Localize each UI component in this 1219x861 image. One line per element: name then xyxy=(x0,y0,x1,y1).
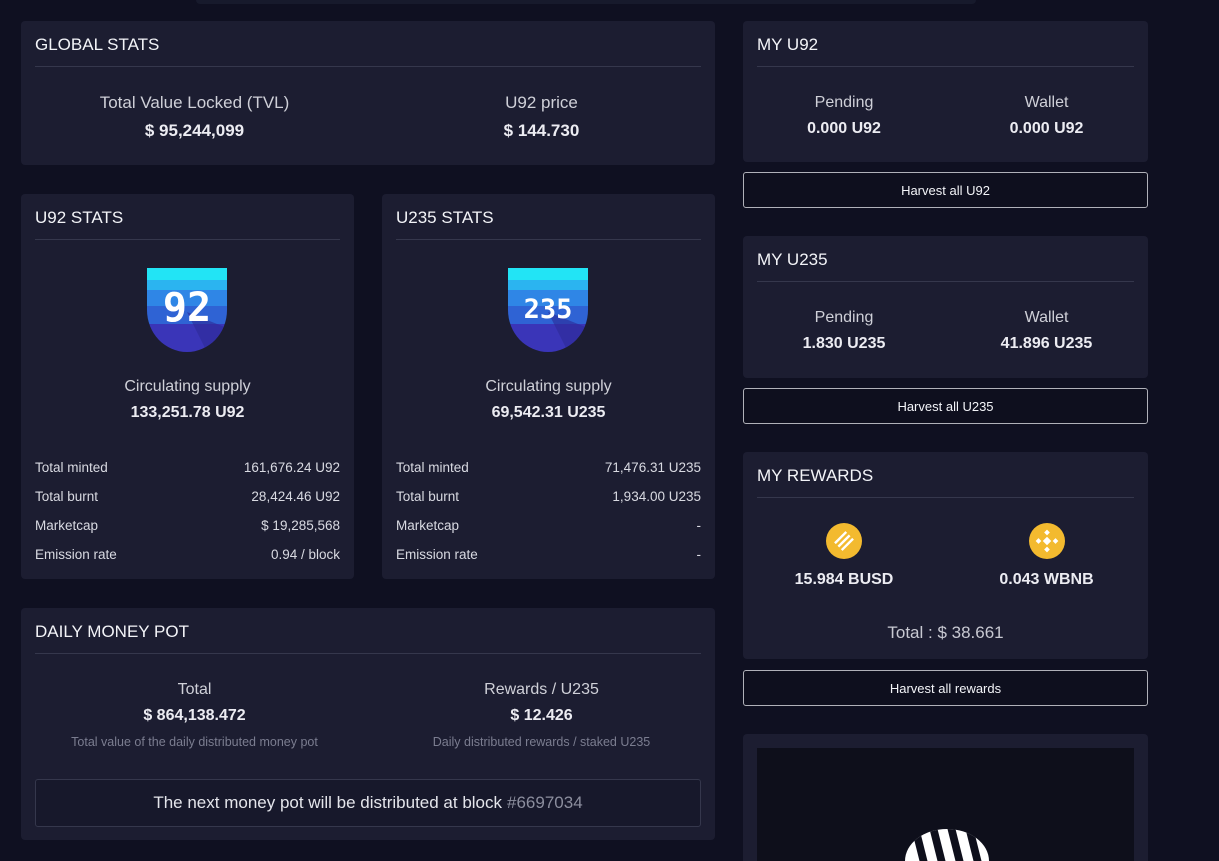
pot-rewards-label: Rewards / U235 xyxy=(484,681,599,698)
u235-stats-card: U235 STATS 235 Circulating supply 69,542… xyxy=(382,194,715,579)
pot-rewards-note: Daily distributed rewards / staked U235 xyxy=(432,735,651,749)
stat-row: Total minted 71,476.31 U235 xyxy=(396,460,701,489)
row-key: Emission rate xyxy=(35,547,117,562)
wallet-value: 41.896 U235 xyxy=(1000,335,1093,352)
banner-image[interactable] xyxy=(757,748,1134,861)
row-key: Marketcap xyxy=(35,518,99,533)
row-value: - xyxy=(696,518,702,533)
row-value: - xyxy=(696,547,702,562)
pending-label: Pending xyxy=(814,94,874,111)
notice-block-number[interactable]: #6697034 xyxy=(507,793,583,813)
stat-row: Total burnt 1,934.00 U235 xyxy=(396,489,701,518)
u235-pending: Pending 1.830 U235 xyxy=(743,309,945,353)
notice-text: The next money pot will be distributed a… xyxy=(153,793,503,812)
wbnb-value: 0.043 WBNB xyxy=(999,571,1094,588)
harvest-rewards-button[interactable]: Harvest all rewards xyxy=(743,670,1148,706)
busd-value: 15.984 BUSD xyxy=(794,571,894,588)
supply-label: Circulating supply xyxy=(485,378,612,395)
money-pot-card: DAILY MONEY POT Total $ 864,138.472 Tota… xyxy=(21,608,715,840)
tvl-stat: Total Value Locked (TVL) $ 95,244,099 xyxy=(21,93,368,141)
u235-logo-icon: 235 xyxy=(508,268,588,352)
row-value: 1,934.00 U235 xyxy=(612,489,701,504)
wallet-label: Wallet xyxy=(1024,94,1069,111)
wallet-label: Wallet xyxy=(1024,309,1069,326)
stat-row: Emission rate 0.94 / block xyxy=(35,547,340,576)
row-value: 161,676.24 U92 xyxy=(243,460,340,475)
pot-rewards: Rewards / U235 $ 12.426 Daily distribute… xyxy=(368,681,715,749)
stat-row: Marketcap $ 19,285,568 xyxy=(35,518,340,547)
tvl-value: $ 95,244,099 xyxy=(144,121,245,140)
card-title: U92 STATS xyxy=(35,208,340,240)
card-title: GLOBAL STATS xyxy=(35,35,701,67)
row-key: Total burnt xyxy=(396,489,460,504)
busd-coin-icon xyxy=(826,523,862,559)
row-value: 71,476.31 U235 xyxy=(604,460,701,475)
striped-logo-icon xyxy=(905,829,989,861)
top-divider xyxy=(196,0,976,4)
pot-total-label: Total xyxy=(177,681,212,698)
u92-wallet: Wallet 0.000 U92 xyxy=(945,94,1148,138)
card-title: MY U92 xyxy=(757,35,1134,67)
row-key: Total minted xyxy=(35,460,108,475)
supply-value: 133,251.78 U92 xyxy=(130,404,245,421)
tvl-label: Total Value Locked (TVL) xyxy=(99,93,290,112)
pot-total-value: $ 864,138.472 xyxy=(143,707,246,724)
row-value: 28,424.46 U92 xyxy=(251,489,340,504)
card-title: U235 STATS xyxy=(396,208,701,240)
stat-row: Total minted 161,676.24 U92 xyxy=(35,460,340,489)
supply-value: 69,542.31 U235 xyxy=(491,404,606,421)
pot-total: Total $ 864,138.472 Total value of the d… xyxy=(21,681,368,749)
u92-stats-card: U92 STATS 92 Circulating supply 133,251.… xyxy=(21,194,354,579)
wbnb-reward: 0.043 WBNB xyxy=(945,523,1148,589)
row-value: 0.94 / block xyxy=(270,547,340,562)
row-key: Marketcap xyxy=(396,518,460,533)
u92-supply: Circulating supply 133,251.78 U92 xyxy=(21,378,354,422)
bnb-coin-icon xyxy=(1028,523,1065,559)
card-title: MY REWARDS xyxy=(757,466,1134,498)
stat-row: Marketcap - xyxy=(396,518,701,547)
price-label: U92 price xyxy=(505,93,578,112)
pending-label: Pending xyxy=(814,309,874,326)
stat-row: Emission rate - xyxy=(396,547,701,576)
u92-logo-icon: 92 xyxy=(147,268,227,352)
u235-stat-rows: Total minted 71,476.31 U235 Total burnt 1,… xyxy=(396,460,701,576)
card-title: DAILY MONEY POT xyxy=(35,622,701,654)
harvest-u235-button[interactable]: Harvest all U235 xyxy=(743,388,1148,424)
pending-value: 0.000 U92 xyxy=(807,120,881,137)
my-rewards-card: MY REWARDS 15.984 BUSD 0.043 WBNB Total … xyxy=(743,452,1148,659)
price-value: $ 144.730 xyxy=(503,121,580,140)
row-key: Total burnt xyxy=(35,489,99,504)
u235-supply: Circulating supply 69,542.31 U235 xyxy=(382,378,715,422)
global-stats-card: GLOBAL STATS Total Value Locked (TVL) $ … xyxy=(21,21,715,165)
u92-stat-rows: Total minted 161,676.24 U92 Total burnt 28… xyxy=(35,460,340,576)
harvest-u92-button[interactable]: Harvest all U92 xyxy=(743,172,1148,208)
price-stat: U92 price $ 144.730 xyxy=(368,93,715,141)
card-title: MY U235 xyxy=(757,250,1134,282)
busd-reward: 15.984 BUSD xyxy=(743,523,945,589)
row-key: Total minted xyxy=(396,460,469,475)
rewards-total: Total : $ 38.661 xyxy=(887,623,1004,642)
u92-pending: Pending 0.000 U92 xyxy=(743,94,945,138)
my-u92-card: MY U92 Pending 0.000 U92 Wallet 0.000 U9… xyxy=(743,21,1148,162)
pot-total-note: Total value of the daily distributed mon… xyxy=(71,735,318,749)
supply-label: Circulating supply xyxy=(124,378,251,395)
wallet-value: 0.000 U92 xyxy=(1009,120,1084,137)
pending-value: 1.830 U235 xyxy=(802,335,886,352)
banner-card xyxy=(743,734,1148,861)
my-u235-card: MY U235 Pending 1.830 U235 Wallet 41.896… xyxy=(743,236,1148,378)
u92-logo-text: 92 xyxy=(163,285,211,331)
stat-row: Total burnt 28,424.46 U92 xyxy=(35,489,340,518)
pot-rewards-value: $ 12.426 xyxy=(510,707,573,724)
row-value: $ 19,285,568 xyxy=(261,518,340,533)
row-key: Emission rate xyxy=(396,547,478,562)
u235-wallet: Wallet 41.896 U235 xyxy=(945,309,1148,353)
next-pot-notice: The next money pot will be distributed a… xyxy=(35,779,701,827)
u235-logo-text: 235 xyxy=(524,294,573,325)
